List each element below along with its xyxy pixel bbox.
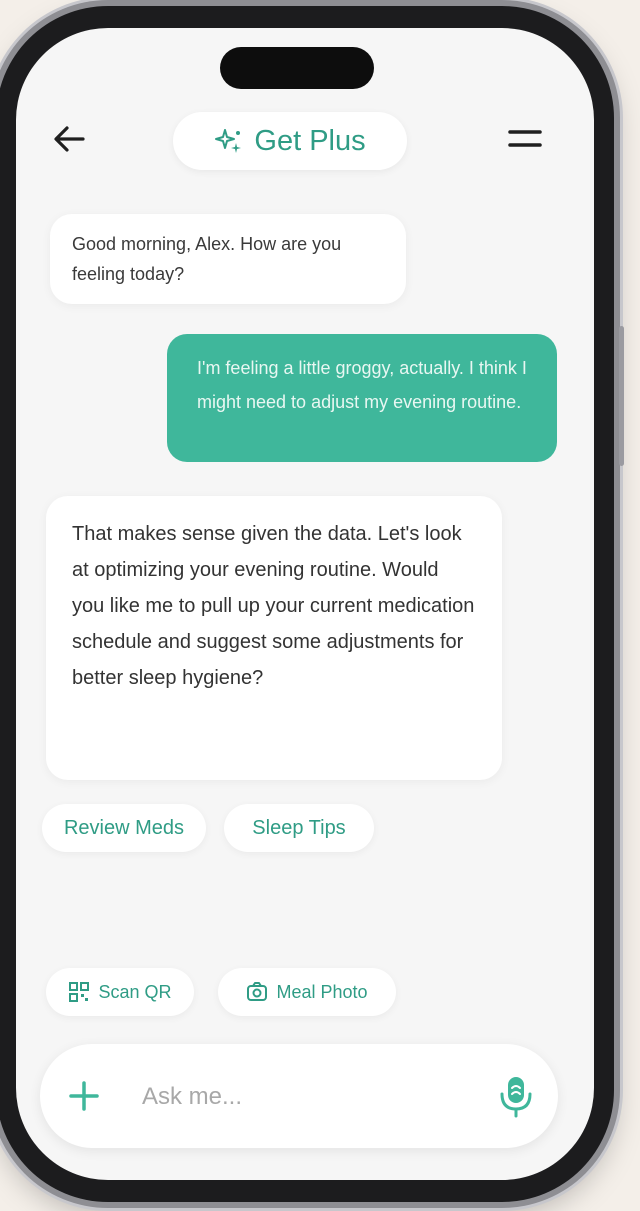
arrow-left-icon[interactable] [52,124,86,154]
microphone-icon[interactable] [496,1074,536,1118]
scan-qr-button[interactable]: Scan QR [46,968,194,1016]
sleep-tips-chip[interactable]: Sleep Tips [224,804,374,852]
assistant-message: Good morning, Alex. How are you feeling … [50,214,406,304]
message-text: I'm feeling a little groggy, actually. I… [197,358,527,412]
phone-frame: Get Plus Good morning, Alex. How are you… [0,6,624,1202]
assistant-message: That makes sense given the data. Let's l… [46,496,502,780]
composer-bar [40,1044,558,1148]
side-button [619,326,624,466]
sparkle-icon [215,129,242,153]
review-meds-chip[interactable]: Review Meds [42,804,206,852]
scan-qr-label: Scan QR [98,981,172,1002]
camera-icon [247,982,268,1001]
plus-icon[interactable] [68,1080,100,1112]
ask-input[interactable] [140,1074,444,1120]
phone-screen: Get Plus Good morning, Alex. How are you… [16,28,594,1180]
meal-photo-label: Meal Photo [276,981,368,1002]
get-plus-button[interactable]: Get Plus [173,112,407,170]
chip-label: Sleep Tips [252,816,346,839]
user-message: I'm feeling a little groggy, actually. I… [167,334,557,462]
menu-icon[interactable] [508,128,542,150]
message-text: That makes sense given the data. Let's l… [72,523,475,689]
chip-label: Review Meds [63,816,185,839]
meal-photo-button[interactable]: Meal Photo [218,968,396,1016]
get-plus-label: Get Plus [254,124,366,157]
dynamic-island [220,47,374,89]
message-text: Good morning, Alex. How are you feeling … [72,234,342,284]
qr-icon [69,982,90,1002]
